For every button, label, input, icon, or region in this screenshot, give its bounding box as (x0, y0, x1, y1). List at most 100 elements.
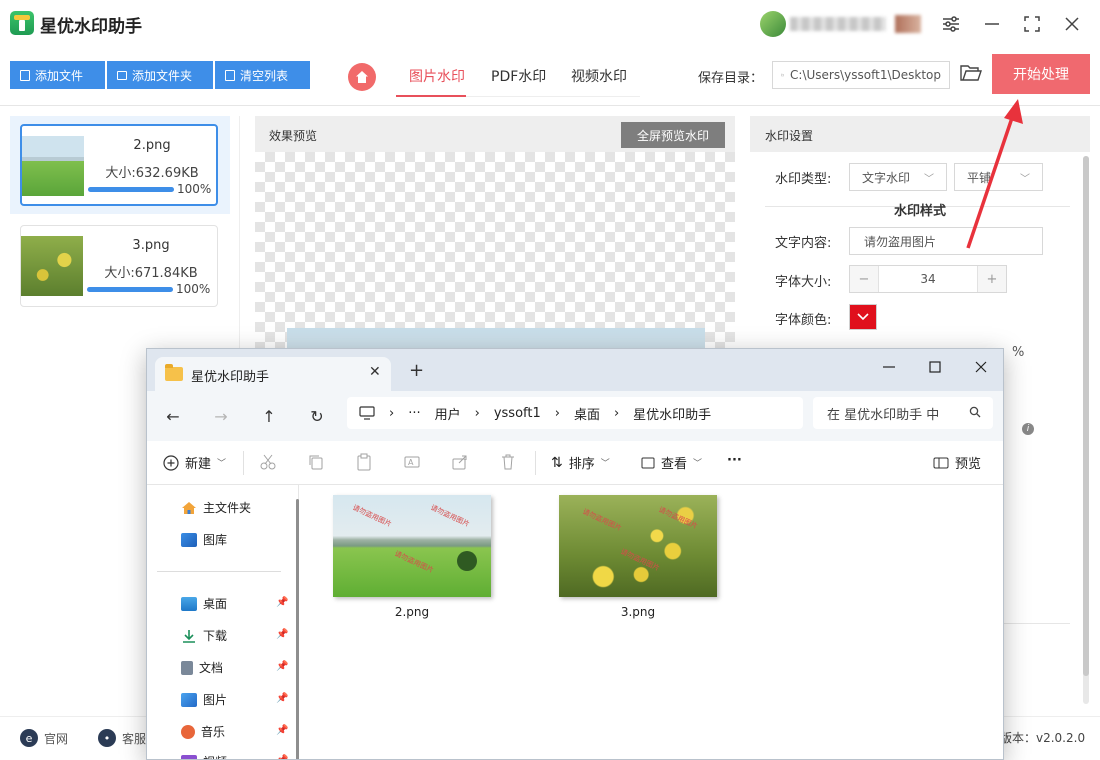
close-icon[interactable] (1057, 10, 1087, 38)
close-icon[interactable] (961, 353, 1001, 381)
delete-icon[interactable] (499, 453, 517, 471)
start-processing-button[interactable]: 开始处理 (992, 54, 1090, 94)
back-icon[interactable]: ← (161, 404, 185, 428)
file-size: 大小:671.84KB (104, 266, 198, 281)
file-thumbnail: 请勿盗用图片 请勿盗用图片 请勿盗用图片 (333, 495, 491, 597)
sidebar-item-desktop[interactable]: 桌面 (181, 595, 227, 612)
home-button[interactable] (348, 63, 376, 91)
sidebar-item-gallery[interactable]: 图库 (181, 531, 227, 548)
add-file-label: 添加文件 (35, 68, 84, 83)
explorer-navbar: ← → ↑ ↻ › ··· 用户 › yssoft1 › 桌面 › 星优水印助手… (147, 391, 1003, 441)
breadcrumb-item[interactable]: 星优水印助手 (633, 404, 711, 423)
rename-icon[interactable]: A (403, 453, 421, 471)
file-item[interactable]: 请勿盗用图片 请勿盗用图片 请勿盗用图片 3.png (557, 495, 719, 619)
clear-list-button[interactable]: 清空列表 (215, 61, 310, 89)
pin-icon[interactable]: 📌 (276, 629, 288, 640)
minimize-icon[interactable] (977, 10, 1007, 38)
file-card[interactable]: 3.png 大小:671.84KB 100% (20, 225, 218, 307)
breadcrumb-item[interactable]: 用户 (435, 404, 461, 423)
sidebar-item-documents[interactable]: 文档 (181, 659, 223, 676)
folder-icon (117, 70, 127, 80)
fullscreen-preview-button[interactable]: 全屏预览水印 (621, 122, 725, 148)
folder-small-icon (781, 73, 784, 77)
sidebar-item-downloads[interactable]: 下载 (181, 627, 227, 644)
sidebar-divider (157, 571, 281, 572)
thumbnail-watermark-text: 请勿盗用图片 (393, 549, 435, 575)
file-card[interactable]: 2.png 大小:632.69KB 100% (20, 124, 218, 206)
open-folder-icon[interactable] (960, 64, 982, 84)
file-item[interactable]: 请勿盗用图片 请勿盗用图片 请勿盗用图片 2.png (331, 495, 493, 619)
info-icon[interactable]: i (1022, 423, 1034, 435)
tab-pdf-watermark[interactable]: PDF水印 (491, 66, 546, 86)
paste-icon[interactable] (355, 453, 373, 471)
cut-icon[interactable] (259, 453, 277, 471)
file-name: 2.png (133, 138, 171, 153)
breadcrumb-separator: › (474, 405, 480, 421)
settings-scrollbar[interactable] (1083, 156, 1089, 704)
breadcrumb-ellipsis[interactable]: ··· (408, 406, 420, 421)
chevron-down-icon (857, 313, 869, 321)
forward-icon[interactable]: → (209, 404, 233, 428)
sidebar-item-videos[interactable]: 视频 (181, 753, 227, 759)
add-file-button[interactable]: 添加文件 (10, 61, 105, 89)
breadcrumb-item[interactable]: yssoft1 (494, 406, 541, 421)
font-size-label: 字体大小: (775, 275, 832, 290)
tab-close-icon[interactable]: ✕ (369, 364, 381, 380)
sort-button[interactable]: ⇅ 排序 ﹀ (551, 453, 610, 473)
refresh-icon[interactable]: ↻ (305, 404, 329, 428)
edge-icon: e (20, 729, 38, 747)
font-size-stepper[interactable]: − 34 + (849, 265, 1007, 293)
explorer-search-input[interactable]: 在 星优水印助手 中 (813, 397, 993, 429)
sidebar-scrollbar[interactable] (296, 499, 299, 759)
add-folder-button[interactable]: 添加文件夹 (107, 61, 213, 89)
share-icon[interactable] (451, 453, 469, 471)
settings-scroll-thumb[interactable] (1083, 156, 1089, 676)
tab-image-watermark[interactable]: 图片水印 (409, 66, 465, 86)
sidebar-item-home[interactable]: 主文件夹 (181, 499, 251, 516)
save-dir-path: C:\Users\yssoft1\Desktop (790, 68, 941, 82)
sidebar-item-label: 桌面 (203, 597, 228, 611)
music-icon (181, 724, 195, 739)
new-tab-icon[interactable]: + (409, 360, 424, 381)
file-explorer-window: 星优水印助手 ✕ + ← → ↑ ↻ › ··· 用户 › yssoft1 › … (146, 348, 1004, 760)
minimize-icon[interactable] (869, 353, 909, 381)
sidebar-item-pictures[interactable]: 图片 (181, 691, 227, 708)
save-dir-field[interactable]: C:\Users\yssoft1\Desktop (772, 61, 950, 89)
more-options-icon[interactable]: ··· (727, 453, 742, 468)
pin-icon[interactable]: 📌 (276, 661, 288, 672)
thumbnail-watermark-text: 请勿盗用图片 (429, 503, 471, 529)
view-button[interactable]: 查看 ﹀ (641, 453, 702, 472)
file-name: 2.png (394, 605, 430, 619)
address-bar[interactable]: › ··· 用户 › yssoft1 › 桌面 › 星优水印助手 (347, 397, 803, 429)
pin-icon[interactable]: 📌 (276, 755, 288, 759)
home-icon (182, 501, 196, 514)
tab-video-watermark[interactable]: 视频水印 (571, 66, 627, 86)
new-button[interactable]: 新建 ﹀ (163, 453, 226, 472)
explorer-tab[interactable]: 星优水印助手 ✕ (155, 357, 391, 391)
pin-icon[interactable]: 📌 (276, 693, 288, 704)
thumbnail-watermark-text: 请勿盗用图片 (657, 505, 699, 531)
website-label: 官网 (44, 731, 69, 746)
settings-sliders-icon[interactable] (936, 10, 966, 38)
preview-pane-button[interactable]: 预览 (933, 453, 981, 472)
copy-icon[interactable] (307, 453, 325, 471)
decrement-button[interactable]: − (850, 266, 878, 292)
maximize-icon[interactable] (915, 353, 955, 381)
watermark-layout-select[interactable]: 平铺 ﹀ (954, 163, 1043, 191)
up-icon[interactable]: ↑ (257, 404, 281, 428)
maximize-icon[interactable] (1017, 10, 1047, 38)
font-size-value[interactable]: 34 (878, 266, 978, 292)
text-content-input[interactable]: 请勿盗用图片 (849, 227, 1043, 255)
pin-icon[interactable]: 📌 (276, 725, 288, 736)
font-color-picker[interactable] (849, 304, 877, 330)
customer-service-link[interactable]: • 客服 (98, 729, 146, 747)
website-link[interactable]: e 官网 (20, 729, 68, 747)
increment-button[interactable]: + (978, 266, 1006, 292)
pin-icon[interactable]: 📌 (276, 597, 288, 608)
file-progress-percent: 100% (177, 182, 212, 196)
user-avatar[interactable] (760, 11, 786, 37)
sidebar-item-music[interactable]: 音乐 (181, 723, 225, 740)
breadcrumb-item[interactable]: 桌面 (574, 404, 600, 423)
explorer-file-area: 请勿盗用图片 请勿盗用图片 请勿盗用图片 2.png 请勿盗用图片 请勿盗用图片… (305, 485, 1003, 759)
watermark-type-select[interactable]: 文字水印 ﹀ (849, 163, 947, 191)
